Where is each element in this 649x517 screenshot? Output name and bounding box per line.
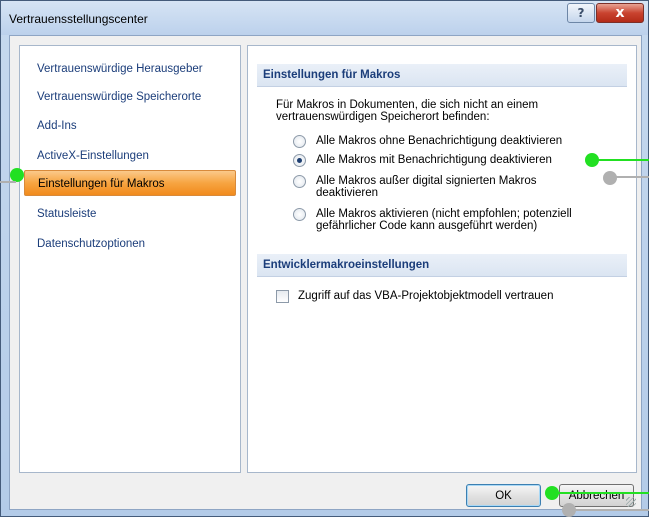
radio-label: Alle Makros außer digital signierten Mak…: [316, 175, 537, 199]
annotation-line-green: [597, 159, 649, 161]
nav-item-statusbar[interactable]: Statusleiste: [24, 201, 236, 227]
radio-label: Alle Makros ohne Benachrichtigung deakti…: [316, 135, 563, 147]
annotation-line-green: [558, 492, 649, 494]
vba-trust-label: Zugriff auf das VBA-Projektobjektmodell …: [298, 290, 554, 302]
settings-panel: Einstellungen für Makros Für Makros in D…: [247, 45, 637, 473]
window-title: Vertrauensstellungscenter: [9, 12, 148, 26]
annotation-marker-gray: [603, 171, 617, 185]
ok-button[interactable]: OK: [466, 484, 541, 507]
radio-button[interactable]: [293, 175, 306, 188]
radio-button[interactable]: [293, 208, 306, 221]
vba-trust-checkbox[interactable]: [276, 290, 289, 303]
nav-item-activex[interactable]: ActiveX-Einstellungen: [24, 143, 236, 169]
macro-settings-header: Einstellungen für Makros: [257, 64, 627, 87]
close-icon: x: [615, 5, 625, 21]
radio-button-checked[interactable]: [293, 154, 306, 167]
category-nav: Vertrauenswürdige Herausgeber Vertrauens…: [19, 45, 241, 473]
nav-item-trusted-publishers[interactable]: Vertrauenswürdige Herausgeber: [24, 56, 236, 82]
annotation-marker-green: [10, 168, 24, 182]
annotation-line-gray: [574, 509, 649, 511]
annotation-line-gray: [615, 176, 649, 178]
nav-item-privacy[interactable]: Datenschutzoptionen: [24, 231, 236, 257]
annotation-line-gray: [0, 181, 16, 183]
nav-item-trusted-locations[interactable]: Vertrauenswürdige Speicherorte: [24, 84, 236, 110]
nav-item-macro-settings[interactable]: Einstellungen für Makros: [24, 170, 236, 196]
developer-settings-header: Entwicklermakroeinstellungen: [257, 254, 627, 277]
annotation-marker-green: [545, 486, 559, 500]
radio-label: Alle Makros aktivieren (nicht empfohlen;…: [316, 208, 572, 232]
title-bar[interactable]: Vertrauensstellungscenter ? x: [1, 1, 648, 35]
help-icon: ?: [577, 6, 585, 20]
resize-grip[interactable]: [626, 497, 636, 507]
radio-button[interactable]: [293, 135, 306, 148]
close-button[interactable]: x: [596, 3, 644, 23]
macro-description: Für Makros in Dokumenten, die sich nicht…: [276, 99, 539, 123]
nav-item-add-ins[interactable]: Add-Ins: [24, 113, 236, 139]
help-button[interactable]: ?: [567, 3, 595, 23]
radio-label: Alle Makros mit Benachrichtigung deaktiv…: [316, 154, 552, 166]
